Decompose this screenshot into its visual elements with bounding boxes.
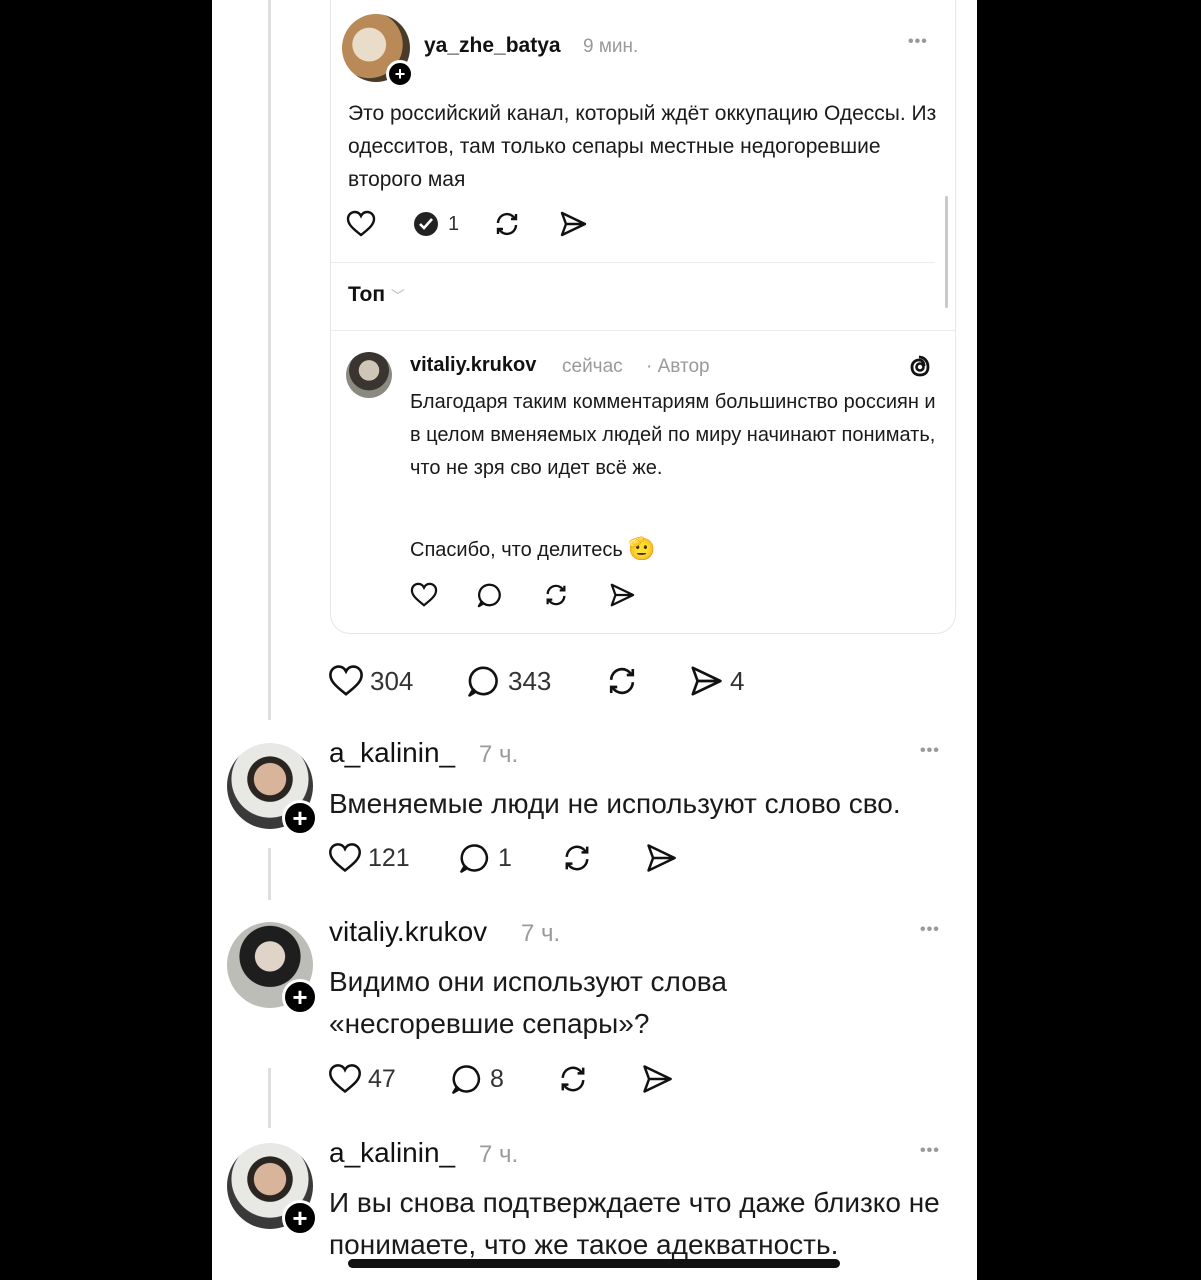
heart-icon bbox=[329, 665, 363, 696]
post-text: Это российский канал, который ждёт оккуп… bbox=[348, 102, 937, 191]
comment-time: 7 ч. bbox=[521, 920, 561, 947]
comment-bubble-icon bbox=[468, 666, 498, 697]
reply-button[interactable]: 1 bbox=[412, 210, 459, 238]
reply-count: 8 bbox=[490, 1064, 504, 1093]
reply-count: 343 bbox=[508, 665, 552, 696]
comment-bubble-icon bbox=[460, 844, 489, 873]
repost-button[interactable] bbox=[604, 664, 640, 698]
repost-button[interactable] bbox=[492, 210, 522, 238]
sort-label: Топ bbox=[348, 283, 386, 306]
repost-icon bbox=[565, 845, 589, 871]
send-icon bbox=[643, 1065, 672, 1093]
reply-thanks: Спасибо, что делитесь bbox=[410, 539, 623, 561]
reply-text-2: Спасибо, что делитесь 🫡 bbox=[410, 532, 656, 567]
scrollbar[interactable] bbox=[945, 196, 948, 308]
more-options-icon[interactable]: ••• bbox=[920, 1142, 940, 1160]
share-button[interactable] bbox=[608, 582, 636, 608]
reply-text: Благодаря таким комментариям большинство… bbox=[410, 391, 936, 479]
share-count: 4 bbox=[730, 665, 745, 696]
share-button[interactable]: 4 bbox=[688, 664, 744, 698]
like-count: 304 bbox=[370, 665, 414, 696]
reply-author[interactable]: vitaliy.krukov bbox=[410, 354, 536, 377]
comment-text: Видимо они используют слова «несгоревшие… bbox=[329, 966, 727, 1039]
thread-line bbox=[268, 848, 271, 900]
divider bbox=[331, 262, 935, 263]
share-button[interactable] bbox=[558, 210, 588, 238]
like-button[interactable] bbox=[410, 582, 438, 608]
follow-plus-icon[interactable]: + bbox=[282, 1200, 318, 1236]
threads-logo-icon[interactable] bbox=[906, 353, 934, 381]
reply-count: 1 bbox=[498, 843, 512, 872]
post-time: 9 мин. bbox=[583, 36, 639, 57]
share-button[interactable] bbox=[640, 1063, 674, 1095]
repost-icon bbox=[561, 1066, 585, 1092]
send-icon bbox=[647, 844, 676, 872]
reply-time: сейчас bbox=[562, 356, 623, 377]
author-badge: · Автор bbox=[646, 356, 710, 377]
reply-checked-icon bbox=[414, 212, 438, 236]
send-icon bbox=[560, 211, 587, 237]
heart-icon bbox=[329, 843, 361, 873]
like-count: 121 bbox=[368, 843, 410, 872]
thread-line bbox=[268, 1068, 271, 1128]
comment-author[interactable]: a_kalinin_ bbox=[329, 1137, 455, 1169]
comment-text: И вы снова подтверждаете что даже близко… bbox=[329, 1187, 940, 1260]
salute-emoji: 🫡 bbox=[628, 536, 656, 561]
repost-icon bbox=[546, 584, 566, 606]
like-button[interactable] bbox=[346, 210, 376, 238]
repost-button[interactable] bbox=[542, 582, 570, 608]
comment-time: 7 ч. bbox=[479, 741, 519, 768]
reply-button[interactable]: 343 bbox=[466, 664, 551, 698]
like-count: 47 bbox=[368, 1064, 396, 1093]
repost-icon bbox=[496, 212, 518, 236]
more-options-icon[interactable]: ••• bbox=[908, 33, 928, 51]
like-button[interactable]: 121 bbox=[328, 842, 410, 874]
repost-button[interactable] bbox=[556, 1063, 590, 1095]
reply-button[interactable]: 1 bbox=[458, 842, 512, 874]
comment-time: 7 ч. bbox=[479, 1141, 519, 1168]
comment-bubble-icon bbox=[452, 1065, 481, 1094]
heart-icon bbox=[410, 582, 438, 607]
divider bbox=[331, 330, 955, 331]
repost-icon bbox=[609, 667, 635, 695]
reply-button[interactable] bbox=[476, 582, 504, 608]
comment-author[interactable]: vitaliy.krukov bbox=[329, 916, 487, 948]
home-indicator[interactable] bbox=[348, 1259, 840, 1268]
send-icon bbox=[691, 666, 722, 696]
thread-line bbox=[268, 0, 271, 720]
post-author[interactable]: ya_zhe_batya bbox=[424, 34, 561, 58]
repost-button[interactable] bbox=[560, 842, 594, 874]
like-button[interactable]: 47 bbox=[328, 1063, 396, 1095]
share-button[interactable] bbox=[644, 842, 678, 874]
comment-author[interactable]: a_kalinin_ bbox=[329, 737, 455, 769]
like-button[interactable]: 304 bbox=[328, 664, 413, 698]
comment-bubble-icon bbox=[477, 583, 501, 608]
follow-plus-icon[interactable]: + bbox=[282, 979, 318, 1015]
follow-plus-icon[interactable]: + bbox=[386, 60, 414, 88]
follow-plus-icon[interactable]: + bbox=[282, 800, 318, 836]
phone-screen: + ya_zhe_batya 9 мин. ••• Это российский… bbox=[212, 0, 977, 1280]
reply-button[interactable]: 8 bbox=[450, 1063, 504, 1095]
more-options-icon[interactable]: ••• bbox=[920, 921, 940, 939]
send-icon bbox=[610, 583, 635, 607]
heart-icon bbox=[329, 1064, 361, 1094]
sort-dropdown[interactable]: Топ ﹀ bbox=[348, 283, 405, 307]
avatar[interactable] bbox=[346, 352, 392, 398]
comment-text: Вменяемые люди не используют слово сво. bbox=[329, 788, 901, 819]
heart-icon bbox=[346, 210, 376, 237]
reply-count: 1 bbox=[448, 212, 460, 235]
more-options-icon[interactable]: ••• bbox=[920, 742, 940, 760]
chevron-down-icon: ﹀ bbox=[390, 288, 405, 304]
